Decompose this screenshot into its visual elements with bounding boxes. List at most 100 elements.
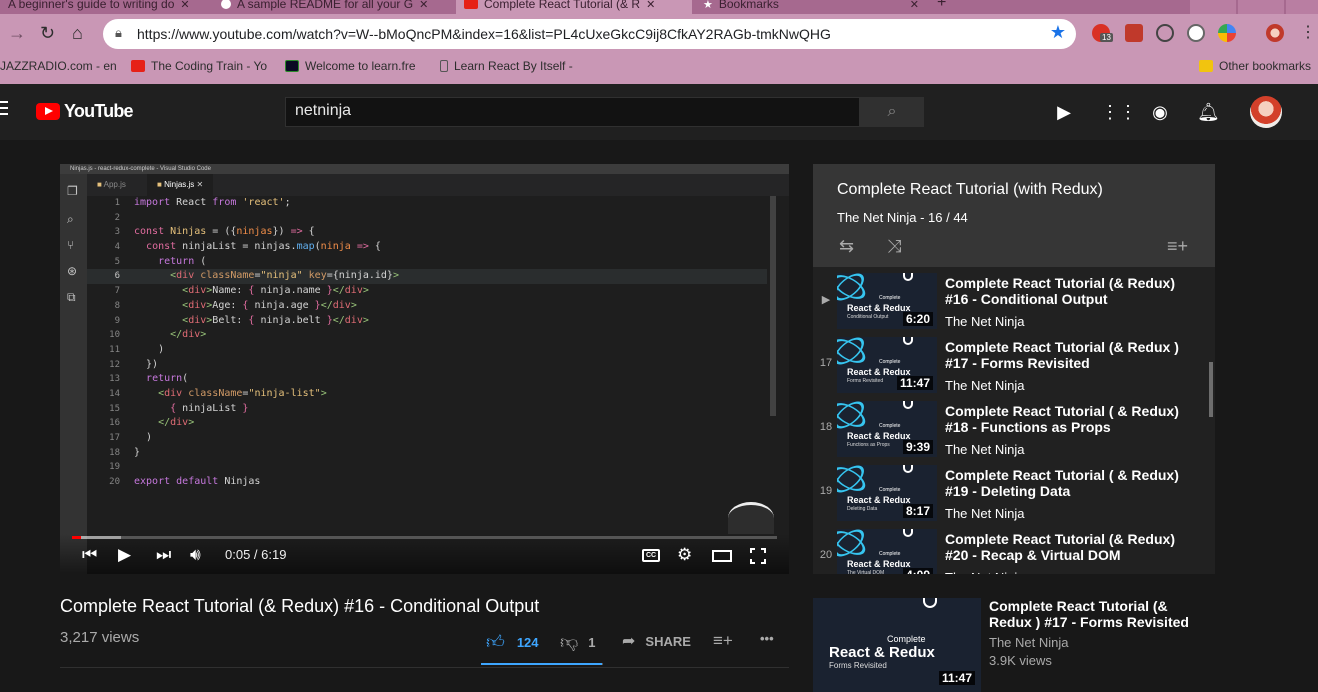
account-avatar[interactable] bbox=[1250, 96, 1282, 128]
settings-gear-icon[interactable]: ⚙︎ bbox=[677, 544, 692, 566]
code-editor: 1 import React from 'react'; 2 3 const Ninja… bbox=[87, 196, 767, 496]
playlist-item[interactable]: 17 Complete React & Redux Forms Revisited 11… bbox=[813, 331, 1215, 395]
video-thumbnail[interactable]: Complete React & Redux Forms Revisited 11:4… bbox=[837, 337, 937, 393]
video-player[interactable]: Ninjas.js - react-redux-complete - Visua… bbox=[60, 164, 789, 574]
playlist-video-title[interactable]: Complete React Tutorial (& Redux) #20 - … bbox=[945, 531, 1200, 563]
line-number: 11 bbox=[109, 344, 120, 355]
video-thumbnail[interactable]: Complete React & Redux Functions as Props 9… bbox=[837, 401, 937, 457]
playlist-item[interactable]: ▶ Complete React & Redux Conditional Output… bbox=[813, 267, 1215, 331]
suggested-video[interactable]: Complete React & Redux Forms Revisited 1… bbox=[813, 598, 1215, 692]
code-line: 10 </div> bbox=[87, 328, 767, 343]
suggested-video-title[interactable]: Complete React Tutorial (& Redux ) #17 -… bbox=[989, 598, 1209, 630]
code-line: 15 { ninjaList } bbox=[87, 402, 767, 417]
code-line: 11 ) bbox=[87, 343, 767, 358]
extension-icon[interactable]: 13 bbox=[1092, 24, 1113, 42]
code-line: 20 export default Ninjas bbox=[87, 475, 767, 490]
address-bar[interactable]: 🔒︎ https://www.youtube.com/watch?v=W--bM… bbox=[103, 19, 1076, 49]
menu-icon[interactable] bbox=[0, 101, 8, 115]
tab-label: Bookmarks bbox=[718, 0, 779, 11]
video-thumbnail[interactable]: Complete React & Redux Conditional Output 6… bbox=[837, 273, 937, 329]
line-text: }) bbox=[134, 358, 159, 370]
bookmark-item[interactable]: Learn React By Itself - bbox=[440, 59, 573, 73]
search-button[interactable]: ⌕ bbox=[860, 97, 924, 127]
reload-icon[interactable]: ↻ bbox=[40, 22, 55, 44]
minimize-button[interactable] bbox=[1190, 0, 1236, 14]
play-icon[interactable]: ▶︎ bbox=[118, 544, 131, 566]
home-icon[interactable]: ⌂ bbox=[72, 22, 83, 44]
channel-name[interactable]: The Net Ninja bbox=[989, 635, 1068, 650]
browser-tab[interactable]: ★ Bookmarks ✕ bbox=[695, 0, 927, 14]
new-tab-button[interactable]: + bbox=[937, 0, 946, 12]
playlist-subtitle[interactable]: The Net Ninja - 16 / 44 bbox=[837, 210, 968, 225]
playlist-video-title[interactable]: Complete React Tutorial (& Redux ) #17 -… bbox=[945, 339, 1200, 371]
back-arrow-icon[interactable]: → bbox=[8, 22, 26, 44]
save-playlist-icon[interactable]: ≡+ bbox=[1167, 236, 1188, 257]
fullscreen-icon[interactable] bbox=[750, 548, 766, 564]
captions-icon[interactable]: CC bbox=[642, 549, 660, 562]
close-icon[interactable]: ✕ bbox=[180, 0, 189, 11]
line-text: <div className="ninja-list"> bbox=[158, 387, 327, 399]
line-text: ) bbox=[134, 343, 165, 355]
like-button[interactable]: 👍︎ 124 bbox=[486, 631, 539, 653]
close-window-button[interactable] bbox=[1286, 0, 1318, 14]
bookmark-item[interactable]: Welcome to learn.fre bbox=[285, 59, 416, 73]
channel-name[interactable]: The Net Ninja bbox=[945, 570, 1024, 574]
bookmark-item[interactable]: The Coding Train - Yo bbox=[131, 59, 267, 73]
close-icon[interactable]: ✕ bbox=[419, 0, 428, 11]
code-line: 7 <div>Name: { ninja.name }</div> bbox=[87, 284, 767, 299]
channel-name[interactable]: The Net Ninja bbox=[945, 314, 1024, 329]
profile-avatar[interactable] bbox=[1266, 24, 1284, 42]
create-video-icon[interactable]: ▶︎ bbox=[1053, 101, 1075, 123]
theater-mode-icon[interactable] bbox=[712, 550, 732, 562]
other-bookmarks[interactable]: Other bookmarks bbox=[1199, 59, 1311, 73]
other-bookmarks-label: Other bookmarks bbox=[1219, 59, 1312, 73]
bookmark-star-icon[interactable]: ★ bbox=[1050, 22, 1066, 43]
bookmark-label: Welcome to learn.fre bbox=[305, 59, 416, 73]
save-to-playlist-button[interactable]: ≡+ bbox=[713, 631, 733, 651]
playlist-title[interactable]: Complete React Tutorial (with Redux) bbox=[837, 181, 1103, 199]
volume-icon[interactable]: 🔊︎ bbox=[190, 544, 201, 566]
channel-name[interactable]: The Net Ninja bbox=[945, 378, 1024, 393]
playlist-item[interactable]: 19 Complete React & Redux Deleting Data 8:17… bbox=[813, 459, 1215, 523]
shuffle-icon[interactable]: ⤨ bbox=[887, 236, 901, 257]
channel-name[interactable]: The Net Ninja bbox=[945, 506, 1024, 521]
thumbnail-subtitle: Functions as Props bbox=[847, 442, 890, 448]
channel-name[interactable]: The Net Ninja bbox=[945, 442, 1024, 457]
playlist-scrollbar[interactable] bbox=[1209, 362, 1213, 417]
react-devtools-icon[interactable] bbox=[1156, 24, 1174, 42]
previous-icon[interactable]: ⏮︎ bbox=[82, 544, 97, 566]
extension-icon[interactable] bbox=[1218, 24, 1236, 42]
extension-icon[interactable] bbox=[1187, 24, 1205, 42]
more-actions-button[interactable]: ••• bbox=[760, 631, 774, 646]
menu-dots-icon[interactable]: ⋮ bbox=[1300, 22, 1316, 44]
loop-icon[interactable]: ⇆ bbox=[839, 236, 854, 257]
bookmark-item[interactable]: JAZZRADIO.com - en bbox=[0, 59, 117, 73]
extension-icon[interactable] bbox=[1125, 24, 1143, 42]
playlist-video-title[interactable]: Complete React Tutorial ( & Redux) #19 -… bbox=[945, 467, 1200, 499]
share-button[interactable]: ➦ SHARE bbox=[622, 631, 691, 651]
browser-tab-active[interactable]: Complete React Tutorial (& R ✕ bbox=[456, 0, 692, 14]
video-thumbnail[interactable]: Complete React & Redux Deleting Data 8:17 bbox=[837, 465, 937, 521]
close-icon[interactable]: ✕ bbox=[910, 0, 919, 11]
youtube-logo[interactable]: YouTube bbox=[36, 101, 134, 122]
playlist-video-title[interactable]: Complete React Tutorial (& Redux) #16 - … bbox=[945, 275, 1200, 307]
dislike-button[interactable]: 👎︎ 1 bbox=[560, 631, 596, 653]
playlist-video-title[interactable]: Complete React Tutorial ( & Redux) #18 -… bbox=[945, 403, 1200, 435]
video-thumbnail[interactable]: Complete React & Redux Forms Revisited 1… bbox=[813, 598, 981, 692]
maximize-button[interactable] bbox=[1238, 0, 1284, 14]
browser-tab[interactable]: A beginner's guide to writing do ✕ bbox=[0, 0, 210, 14]
browser-tab[interactable]: A sample README for all your G ✕ bbox=[213, 0, 453, 14]
search-input[interactable]: netninja bbox=[285, 97, 860, 127]
playlist-item[interactable]: 20 Complete React & ReduxThe Virtual DOM 4:… bbox=[813, 523, 1215, 574]
messages-icon[interactable]: ◉ bbox=[1149, 101, 1171, 123]
video-thumbnail[interactable]: Complete React & ReduxThe Virtual DOM 4:09 bbox=[837, 529, 937, 574]
playlist-item[interactable]: 18 Complete React & Redux Functions as Prop… bbox=[813, 395, 1215, 459]
next-icon[interactable]: ⏭︎ bbox=[156, 544, 171, 566]
search-icon: ⌕ bbox=[887, 103, 897, 120]
apps-grid-icon[interactable]: ⋮⋮ bbox=[1101, 101, 1137, 123]
youtube-play-icon bbox=[36, 103, 60, 120]
seek-bar[interactable] bbox=[72, 536, 777, 539]
close-icon[interactable]: ✕ bbox=[646, 0, 655, 11]
freecodecamp-icon bbox=[285, 60, 299, 72]
notifications-bell-icon[interactable]: 🔔︎ bbox=[1197, 101, 1220, 123]
